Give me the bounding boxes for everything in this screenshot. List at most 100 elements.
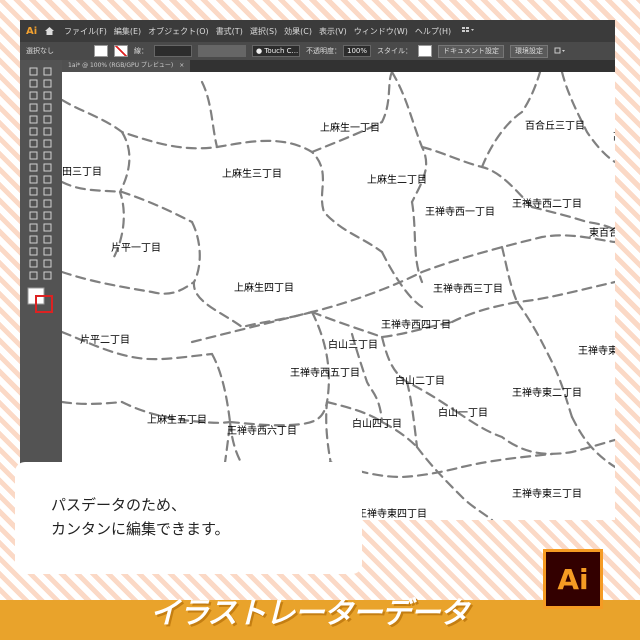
tool-icon (29, 199, 38, 208)
map-label: 王禅寺西六丁目 (227, 426, 297, 437)
style-swatch[interactable] (418, 45, 433, 57)
tool-icon (29, 259, 38, 268)
tool-icon (43, 187, 52, 196)
menu-object[interactable]: オブジェクト(O) (148, 26, 209, 37)
tool-icon (29, 247, 38, 256)
tool-icon (29, 235, 38, 244)
tool-icon (29, 127, 38, 136)
tool-icon (29, 79, 38, 88)
tool-icon (43, 175, 52, 184)
menu-effect[interactable]: 効果(C) (284, 26, 312, 37)
style-label: スタイル： (377, 47, 413, 55)
caption-line-1: パスデータのため、 (51, 496, 187, 514)
tool-icon (43, 163, 52, 172)
preferences-button[interactable]: 環境設定 (510, 44, 549, 58)
map-label: 白山一丁目 (438, 408, 488, 419)
caption-line-2: カンタンに編集できます。 (51, 520, 230, 538)
tool-icon (29, 139, 38, 148)
menu-help[interactable]: ヘルプ(H) (415, 26, 451, 37)
map-label: 王禅寺東三丁目 (512, 489, 582, 500)
tool-icon (43, 259, 52, 268)
selection-status: 選択なし (26, 47, 54, 55)
tool-icon (29, 115, 38, 124)
tool-icon (29, 103, 38, 112)
tool-icon (29, 163, 38, 172)
tool-icon (43, 223, 52, 232)
map-label: 王禅寺東四丁目 (357, 509, 427, 520)
workspace-switcher-icon[interactable] (462, 26, 476, 36)
map-label: 王禅寺東一丁目 (578, 346, 615, 357)
illustrator-window: Ai ファイル(F) 編集(E) オブジェクト(O) 書式(T) 選択(S) 効… (20, 20, 615, 520)
close-tab-icon[interactable]: × (179, 60, 184, 72)
map-label: 白山二丁目 (395, 376, 445, 387)
tool-icon (29, 151, 38, 160)
map-label: 王禅寺西四丁目 (381, 320, 451, 331)
menu-select[interactable]: 選択(S) (250, 26, 277, 37)
brush-name: Touch C... (264, 47, 299, 55)
caption-text: パスデータのため、 カンタンに編集できます。 (51, 493, 230, 541)
tool-icon (29, 67, 38, 76)
map-label: 王禅寺西五丁目 (290, 368, 360, 379)
document-tab[interactable]: 1ai* @ 100% (RGB/GPU プレビュー) × (62, 60, 191, 72)
tool-icon (43, 139, 52, 148)
brush-input[interactable]: ● Touch C... (252, 45, 300, 57)
document-tabs: 1ai* @ 100% (RGB/GPU プレビュー) × (62, 60, 615, 72)
map-label: 東百合丘三丁目 (589, 228, 615, 239)
tool-icon (43, 151, 52, 160)
banner-title: イラストレーターデータ (150, 596, 469, 631)
map-label: 王禅寺東二丁目 (512, 388, 582, 399)
menu-window[interactable]: ウィンドウ(W) (354, 26, 408, 37)
map-label: 上麻生三丁目 (222, 169, 282, 180)
arrange-icon[interactable] (554, 47, 566, 55)
opacity-input[interactable]: 100% (343, 45, 372, 57)
map-paths (60, 70, 615, 520)
opacity-label: 不透明度： (306, 47, 341, 55)
menu-file[interactable]: ファイル(F) (64, 26, 107, 37)
map-label: 田三丁目 (62, 167, 102, 178)
tool-icon (43, 199, 52, 208)
document-tab-title: 1ai* @ 100% (RGB/GPU プレビュー) (68, 62, 174, 69)
menu-view[interactable]: 表示(V) (319, 26, 347, 37)
tools-icons[interactable] (20, 60, 62, 520)
map-label: 王禅寺西一丁目 (425, 207, 495, 218)
stroke-label: 線： (134, 47, 148, 55)
fill-swatch[interactable] (94, 45, 108, 57)
tools-panel (20, 60, 62, 520)
map-label: 片平一丁目 (111, 243, 161, 254)
stroke-weight-input[interactable] (154, 45, 192, 57)
tool-icon (29, 91, 38, 100)
menu-edit[interactable]: 編集(E) (114, 26, 141, 37)
tool-icon (43, 67, 52, 76)
map-label: 上麻生五丁目 (147, 415, 207, 426)
document-settings-button[interactable]: ドキュメント設定 (438, 44, 505, 58)
tool-icon (43, 115, 52, 124)
tool-icon (43, 127, 52, 136)
map-label: 上麻生一丁目 (320, 123, 380, 134)
tool-icon (43, 235, 52, 244)
map-label: 白山三丁目 (328, 340, 378, 351)
map-label: 上麻生四丁目 (234, 283, 294, 294)
map-label: 王禅寺西三丁目 (433, 284, 503, 295)
tool-icon (29, 211, 38, 220)
tool-icon (43, 271, 52, 280)
map-label: 王禅寺西二丁目 (512, 199, 582, 210)
menu-type[interactable]: 書式(T) (216, 26, 243, 37)
map-label: 上麻生二丁目 (367, 175, 427, 186)
tool-icon (43, 247, 52, 256)
home-icon[interactable] (44, 25, 56, 37)
tool-icon (29, 175, 38, 184)
artboard-canvas[interactable]: 上麻生一丁目 百合丘三丁目 高石 田三丁目 上麻生三丁目 上麻生二丁目 王禅寺西… (60, 70, 615, 520)
variable-width-input[interactable] (198, 45, 246, 57)
map-label: 百合丘三丁目 (525, 121, 585, 132)
tool-icon (29, 271, 38, 280)
illustrator-logo-icon: Ai (543, 549, 603, 609)
tool-icon (43, 103, 52, 112)
tool-icon (29, 223, 38, 232)
app-logo: Ai (26, 25, 38, 37)
map-label: 片平二丁目 (80, 335, 130, 346)
tool-icon (43, 211, 52, 220)
map-label: 白山四丁目 (352, 419, 402, 430)
control-bar: 選択なし 線： ● Touch C... 不透明度： 100% スタイル： ドキ… (20, 42, 615, 60)
stroke-swatch[interactable] (114, 45, 128, 57)
tool-icon (43, 79, 52, 88)
